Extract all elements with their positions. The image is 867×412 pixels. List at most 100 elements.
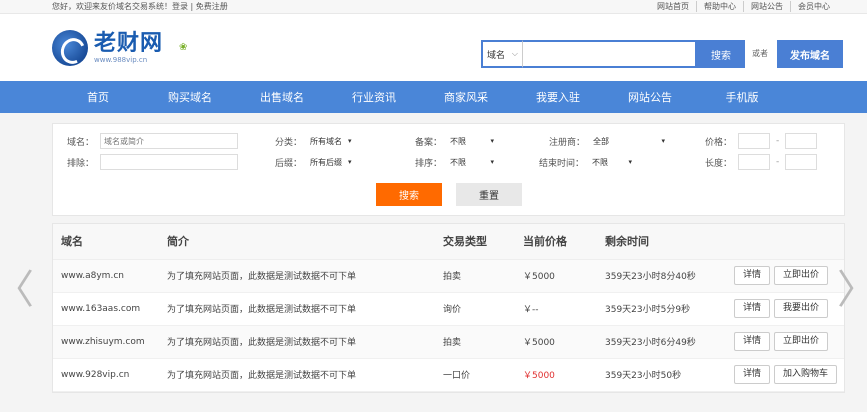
table-header-row: 域名 简介 交易类型 当前价格 剩余时间 <box>53 224 844 260</box>
col-domain: 域名 <box>53 224 159 260</box>
nav-merchants[interactable]: 商家风采 <box>420 89 512 105</box>
topbar-link-help[interactable]: 帮助中心 <box>696 1 743 12</box>
row-time: 359天23小时6分49秒 <box>597 325 726 359</box>
row-price: ￥5000 <box>515 259 597 293</box>
topbar-link-notice[interactable]: 网站公告 <box>743 1 790 12</box>
search-bar: 域名 ⌵ 搜索 <box>481 40 745 68</box>
nav-join[interactable]: 我要入驻 <box>512 89 604 105</box>
row-desc: 为了填充网站页面，此数据是测试数据不可下单 <box>159 325 435 359</box>
chevron-right-icon[interactable]: 〉 <box>837 262 867 313</box>
table-row: www.928vip.cn 为了填充网站页面，此数据是测试数据不可下单 一口价 … <box>53 358 844 392</box>
row-domain[interactable]: www.163aas.com <box>53 292 159 326</box>
nav-home[interactable]: 首页 <box>52 89 144 105</box>
col-price: 当前价格 <box>515 224 597 260</box>
suffix-select[interactable]: 所有后缀 ▾ <box>308 154 354 170</box>
registrar-label: 注册商： <box>549 137 586 148</box>
details-button[interactable]: 详情 <box>734 332 771 351</box>
category-select[interactable]: 所有域名 ▾ <box>308 133 354 149</box>
length-max-input[interactable] <box>785 154 818 170</box>
domain-label: 域名： <box>67 137 95 148</box>
endtime-select[interactable]: 不限 ▾ <box>590 154 635 170</box>
registrar-select[interactable]: 全部 ▾ <box>591 133 668 149</box>
row-price: ￥5000 <box>515 358 597 392</box>
nav-news[interactable]: 行业资讯 <box>328 89 420 105</box>
row-price: ￥-- <box>515 292 597 326</box>
add-to-cart-button[interactable]: 加入购物车 <box>774 365 838 384</box>
bid-now-button[interactable]: 立即出价 <box>774 332 829 351</box>
topbar: 您好，欢迎来友价域名交易系统！登录 | 免费注册 网站首页 帮助中心 网站公告 … <box>0 0 867 14</box>
record-label: 备案： <box>415 137 443 148</box>
caret-down-icon: ▾ <box>348 158 352 166</box>
chevron-left-icon[interactable]: 〈 <box>0 262 34 313</box>
col-type: 交易类型 <box>435 224 515 260</box>
row-type: 一口价 <box>435 358 515 392</box>
topbar-link-member[interactable]: 会员中心 <box>790 1 837 12</box>
topbar-links: 网站首页 帮助中心 网站公告 会员中心 <box>650 1 837 12</box>
category-label: 分类： <box>275 137 303 148</box>
endtime-label: 结束时间： <box>539 158 585 169</box>
domain-table-panel: 域名 简介 交易类型 当前价格 剩余时间 www.a8ym.cn 为了填充网站页… <box>52 223 845 393</box>
table-row: www.163aas.com 为了填充网站页面，此数据是测试数据不可下单 询价 … <box>53 292 844 326</box>
price-max-input[interactable] <box>785 133 818 149</box>
price-label: 价格： <box>705 137 733 148</box>
logo[interactable]: 老财网 www.988vip.cn ❀ <box>52 29 188 66</box>
table-row: www.a8ym.cn 为了填充网站页面，此数据是测试数据不可下单 拍卖 ￥50… <box>53 259 844 293</box>
caret-down-icon: ▾ <box>348 137 352 145</box>
topbar-link-home[interactable]: 网站首页 <box>650 1 696 12</box>
caret-down-icon: ▾ <box>628 158 633 166</box>
search-type-select[interactable]: 域名 ⌵ <box>481 40 523 68</box>
record-select[interactable]: 不限 ▾ <box>448 133 497 149</box>
nav-buy-domain[interactable]: 购买域名 <box>144 89 236 105</box>
register-link[interactable]: 免费注册 <box>196 2 228 11</box>
exclude-label: 排除： <box>67 158 95 169</box>
details-button[interactable]: 详情 <box>734 365 771 384</box>
domain-input[interactable] <box>100 133 239 149</box>
welcome-text: 您好，欢迎来友价域名交易系统！ <box>52 2 172 11</box>
main-nav: 首页 购买域名 出售域名 行业资讯 商家风采 我要入驻 网站公告 手机版 <box>0 81 867 113</box>
publish-domain-button[interactable]: 发布域名 <box>777 40 843 68</box>
filter-panel: 域名： 分类： 所有域名▾ 备案： 不限▾ 注册商： 全部▾ 价格： - 排除：… <box>52 123 845 216</box>
details-button[interactable]: 详情 <box>734 266 771 285</box>
logo-title: 老财网 <box>94 30 164 56</box>
search-button[interactable]: 搜索 <box>697 40 745 68</box>
filter-search-button[interactable]: 搜索 <box>376 183 442 206</box>
length-label: 长度： <box>705 158 733 169</box>
logo-subtitle: www.988vip.cn <box>94 55 148 64</box>
row-type: 拍卖 <box>435 325 515 359</box>
chevron-down-icon: ⌵ <box>511 49 518 58</box>
suffix-label: 后缀： <box>275 158 303 169</box>
nav-notice[interactable]: 网站公告 <box>604 89 696 105</box>
filter-reset-button[interactable]: 重置 <box>456 183 522 206</box>
row-time: 359天23小时5分9秒 <box>597 292 726 326</box>
make-offer-button[interactable]: 我要出价 <box>774 299 829 318</box>
row-time: 359天23小时50秒 <box>597 358 726 392</box>
search-input[interactable] <box>523 40 697 68</box>
domain-table: 域名 简介 交易类型 当前价格 剩余时间 www.a8ym.cn 为了填充网站页… <box>53 224 844 392</box>
row-desc: 为了填充网站页面，此数据是测试数据不可下单 <box>159 259 435 293</box>
bid-now-button[interactable]: 立即出价 <box>774 266 829 285</box>
length-min-input[interactable] <box>738 154 771 170</box>
details-button[interactable]: 详情 <box>734 299 771 318</box>
nav-mobile[interactable]: 手机版 <box>696 89 788 105</box>
row-time: 359天23小时8分40秒 <box>597 259 726 293</box>
login-link[interactable]: 登录 <box>172 2 188 11</box>
table-row: www.zhisuym.com 为了填充网站页面，此数据是测试数据不可下单 拍卖… <box>53 325 844 359</box>
decoration-icon: ❀ <box>179 42 188 53</box>
nav-sell-domain[interactable]: 出售域名 <box>236 89 328 105</box>
exclude-input[interactable] <box>100 154 239 170</box>
price-min-input[interactable] <box>738 133 771 149</box>
sort-label: 排序： <box>415 158 443 169</box>
topbar-welcome: 您好，欢迎来友价域名交易系统！登录 | 免费注册 <box>52 2 228 11</box>
search-type-value: 域名 <box>487 50 506 61</box>
row-type: 拍卖 <box>435 259 515 293</box>
sort-select[interactable]: 不限 ▾ <box>448 154 497 170</box>
row-domain[interactable]: www.a8ym.cn <box>53 259 159 293</box>
header: 老财网 www.988vip.cn ❀ 域名 ⌵ 搜索 或者 发布域名 <box>0 14 867 81</box>
row-domain[interactable]: www.zhisuym.com <box>53 325 159 359</box>
row-desc: 为了填充网站页面，此数据是测试数据不可下单 <box>159 292 435 326</box>
col-desc: 简介 <box>159 224 435 260</box>
or-text: 或者 <box>752 49 768 58</box>
row-desc: 为了填充网站页面，此数据是测试数据不可下单 <box>159 358 435 392</box>
row-domain[interactable]: www.928vip.cn <box>53 358 159 392</box>
logo-icon <box>52 29 88 66</box>
